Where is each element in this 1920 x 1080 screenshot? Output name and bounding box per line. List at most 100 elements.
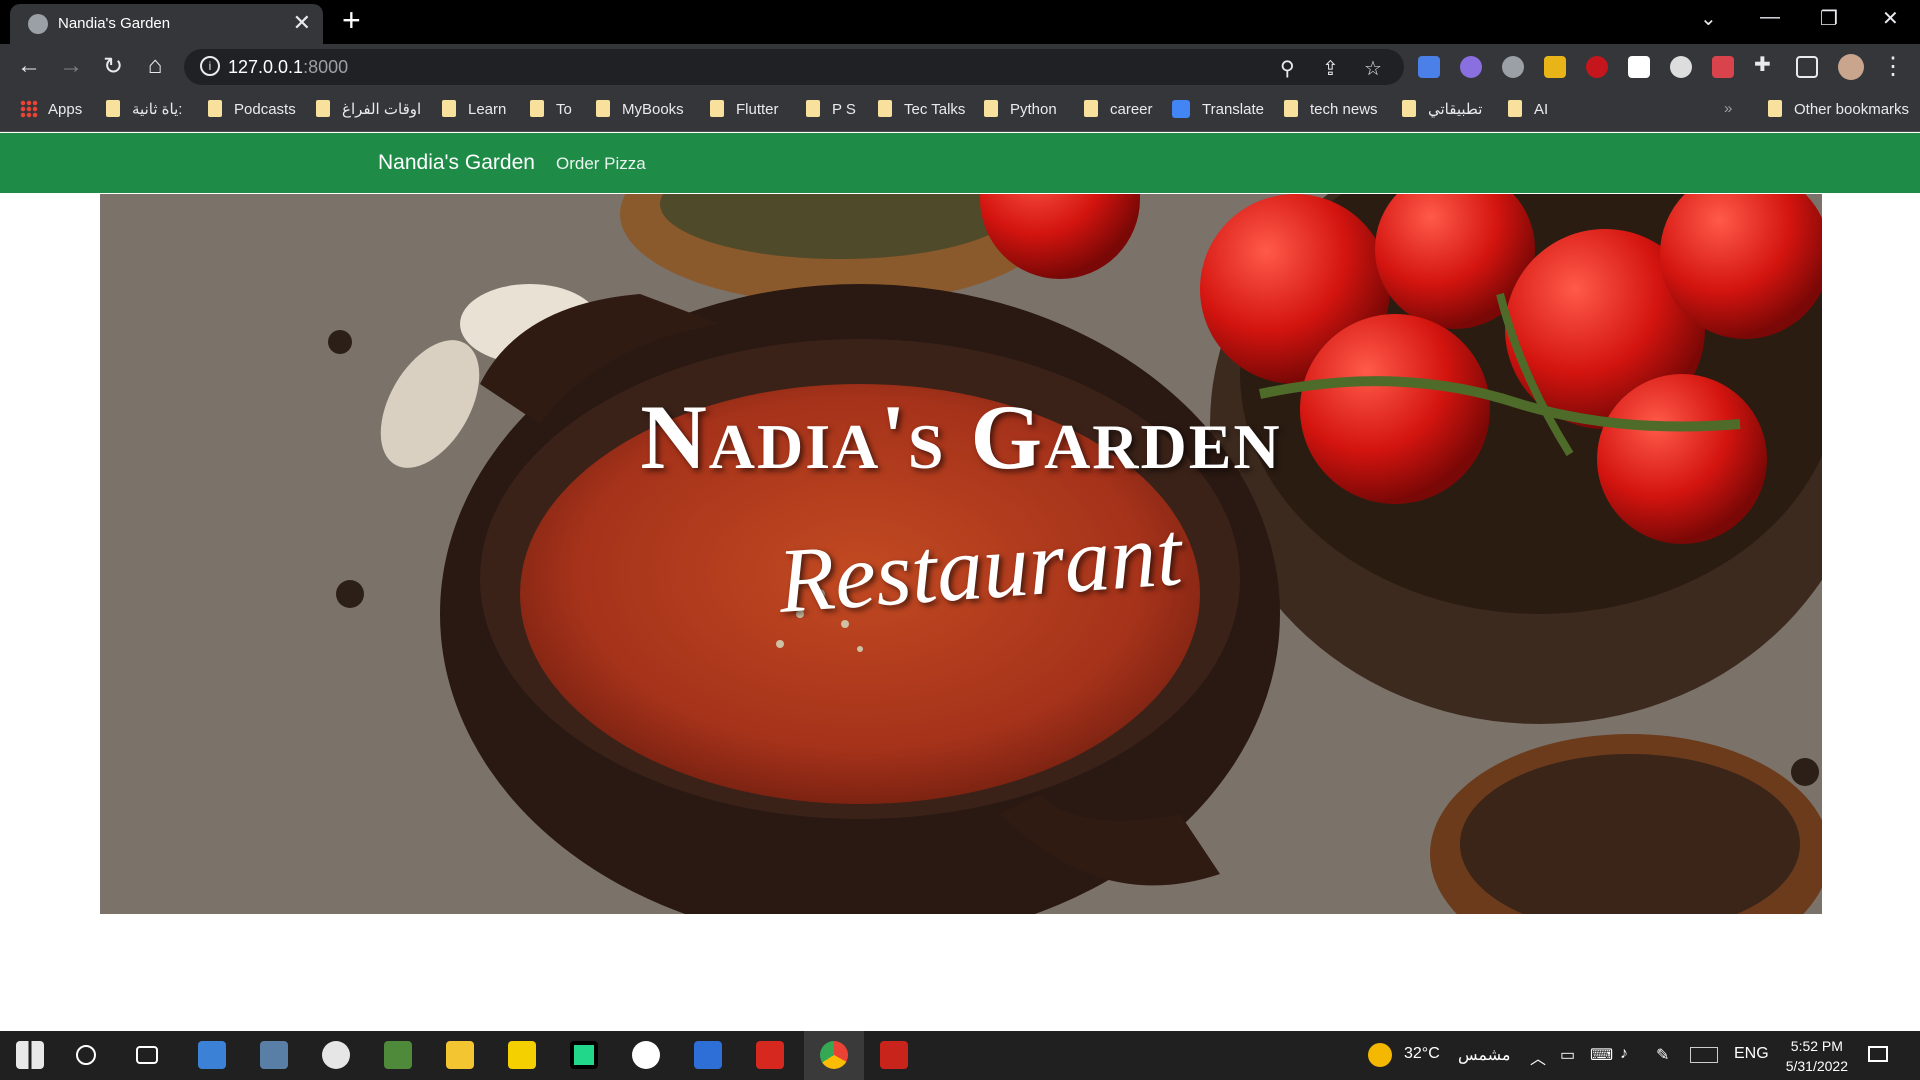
address-bar[interactable]: i 127.0.0.1:8000 ⚲ ⇪ ☆: [184, 49, 1404, 85]
word-app-icon[interactable]: [632, 1041, 660, 1069]
home-icon[interactable]: ⌂: [140, 52, 170, 80]
bookmark-label: Learn: [468, 101, 507, 118]
folder-icon: [596, 100, 610, 117]
side-panel-icon[interactable]: [1796, 56, 1818, 78]
bookmark-label: ياة ثانية:: [132, 101, 183, 118]
battery-icon[interactable]: ▭: [1560, 1045, 1575, 1065]
file-explorer-icon[interactable]: [446, 1041, 474, 1069]
hero-banner: Nadia's Garden Restaurant: [100, 194, 1822, 914]
folder-icon: [1508, 100, 1522, 117]
bookmark-label: MyBooks: [622, 101, 684, 118]
bookmark-folder[interactable]: career: [1084, 100, 1153, 118]
weather-text[interactable]: مشمس: [1458, 1045, 1511, 1065]
bookmark-folder[interactable]: Tec Talks: [878, 100, 965, 118]
bookmark-folder[interactable]: Python: [984, 100, 1057, 118]
search-icon[interactable]: [76, 1045, 96, 1065]
folder-icon: [878, 100, 892, 117]
sun-weather-icon[interactable]: [1368, 1043, 1392, 1067]
google-translate-icon: [1172, 100, 1190, 118]
shield-extension-icon[interactable]: [1544, 56, 1566, 78]
bookmark-folder[interactable]: تطبيقاتي: [1402, 100, 1482, 118]
site-brand-link[interactable]: Nandia's Garden: [378, 151, 535, 175]
bookmark-label: tech news: [1310, 101, 1378, 118]
new-tab-button[interactable]: +: [342, 2, 361, 39]
bookmark-translate[interactable]: Translate: [1172, 100, 1264, 118]
pen-extension-icon[interactable]: [1460, 56, 1482, 78]
globe-extension-icon[interactable]: [1502, 56, 1524, 78]
bookmark-folder[interactable]: Learn: [442, 100, 506, 118]
zoom-icon[interactable]: ⚲: [1280, 56, 1295, 81]
bookmark-folder[interactable]: To: [530, 100, 572, 118]
ublock-extension-icon[interactable]: [1586, 56, 1608, 78]
whiteboard-icon[interactable]: [694, 1041, 722, 1069]
folder-icon: [106, 100, 120, 117]
bookmark-apps[interactable]: Apps: [20, 100, 82, 118]
folder-icon: [442, 100, 456, 117]
b-extension-icon[interactable]: [1628, 56, 1650, 78]
forward-icon[interactable]: →: [56, 52, 86, 80]
bookmark-label: AI: [1534, 101, 1549, 118]
browser-tab-strip: Nandia's Garden ✕ + ⌄ — ❐ ✕: [0, 0, 1920, 44]
menu-kebab-icon[interactable]: ⋮: [1878, 52, 1908, 81]
chrome-icon[interactable]: [820, 1041, 848, 1069]
windows-start-icon[interactable]: [16, 1041, 44, 1069]
microsoft-store-icon[interactable]: [198, 1041, 226, 1069]
folder-icon: [710, 100, 724, 117]
wps-office-icon[interactable]: [880, 1041, 908, 1069]
calculator-icon[interactable]: [260, 1041, 288, 1069]
clock-app-icon[interactable]: [322, 1041, 350, 1069]
window-close-icon[interactable]: ✕: [1882, 6, 1899, 31]
tray-chevron-up-icon[interactable]: ︿: [1530, 1045, 1546, 1069]
task-view-icon[interactable]: [136, 1046, 158, 1064]
keyboard-icon[interactable]: [1690, 1047, 1718, 1063]
folder-icon: [530, 100, 544, 117]
bookmark-folder[interactable]: Podcasts: [208, 100, 296, 118]
bookmark-folder[interactable]: ياة ثانية:: [106, 100, 182, 118]
system-clock[interactable]: 5:52 PM 5/31/2022: [1786, 1036, 1848, 1076]
notifications-icon[interactable]: [1868, 1046, 1888, 1062]
bookmark-folder[interactable]: اوقات الفراغ: [316, 100, 421, 118]
puzzle-extensions-icon[interactable]: ✚: [1754, 52, 1776, 76]
bookmark-label: Translate: [1202, 101, 1264, 118]
bookmark-label: P S: [832, 101, 856, 118]
bookmarks-overflow-chevron-icon[interactable]: »: [1724, 100, 1732, 117]
folder-icon: [316, 100, 330, 117]
folder-icon: [1768, 100, 1782, 117]
bookmark-folder[interactable]: tech news: [1284, 100, 1378, 118]
pycharm-icon[interactable]: [570, 1041, 598, 1069]
input-language[interactable]: ENG: [1734, 1045, 1769, 1063]
bookmark-label: Podcasts: [234, 101, 296, 118]
volume-icon[interactable]: ♪: [1620, 1045, 1628, 1063]
bookmark-star-icon[interactable]: ☆: [1364, 56, 1382, 81]
translate-extension-icon[interactable]: [1418, 56, 1440, 78]
bookmark-folder[interactable]: Flutter: [710, 100, 779, 118]
bookmark-folder[interactable]: MyBooks: [596, 100, 684, 118]
browser-tab[interactable]: Nandia's Garden ✕: [10, 4, 323, 44]
red-extension-icon[interactable]: [1712, 56, 1734, 78]
minimize-icon[interactable]: —: [1760, 6, 1780, 29]
avatar[interactable]: [1838, 54, 1864, 80]
pen-icon[interactable]: ✎: [1656, 1045, 1669, 1065]
photo-editor-icon[interactable]: [384, 1041, 412, 1069]
network-icon[interactable]: ⌨: [1590, 1045, 1613, 1065]
order-pizza-link[interactable]: Order Pizza: [556, 154, 646, 174]
close-tab-icon[interactable]: ✕: [293, 10, 311, 36]
bookmark-label: Tec Talks: [904, 101, 966, 118]
back-icon[interactable]: ←: [14, 52, 44, 80]
share-icon[interactable]: ⇪: [1322, 56, 1339, 81]
site-info-icon[interactable]: i: [200, 56, 220, 76]
acrobat-icon[interactable]: [756, 1041, 784, 1069]
tab-search-icon[interactable]: ⌄: [1700, 6, 1717, 31]
folder-icon: [1084, 100, 1098, 117]
reload-icon[interactable]: ↻: [98, 52, 128, 81]
bookmark-folder[interactable]: AI: [1508, 100, 1548, 118]
bookmark-label: تطبيقاتي: [1428, 101, 1483, 118]
weather-temp[interactable]: 32°C: [1404, 1045, 1440, 1063]
reader-extension-icon[interactable]: [1670, 56, 1692, 78]
restore-icon[interactable]: ❐: [1820, 6, 1838, 31]
bookmark-label: Python: [1010, 101, 1057, 118]
bookmark-folder[interactable]: P S: [806, 100, 856, 118]
folder-icon: [984, 100, 998, 117]
other-bookmarks[interactable]: Other bookmarks: [1768, 100, 1909, 118]
media-player-icon[interactable]: [508, 1041, 536, 1069]
